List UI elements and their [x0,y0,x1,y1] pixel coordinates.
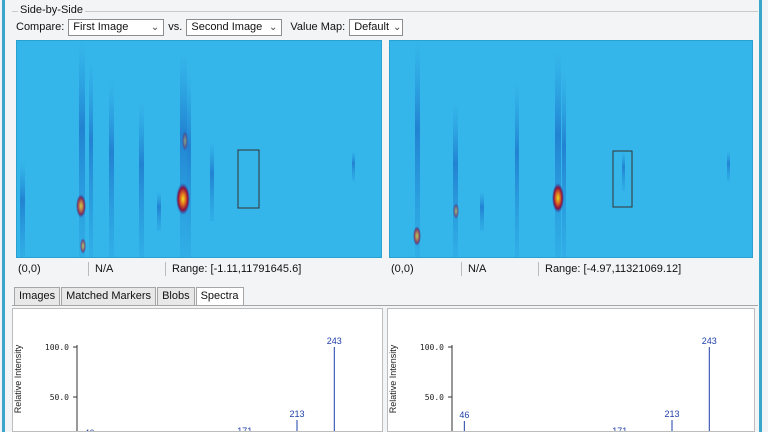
left-image-panel[interactable] [16,40,382,258]
vs-select[interactable]: Second Image ⌄ [186,18,283,36]
peak-label: 243 [702,336,717,346]
peak-label: 243 [327,336,342,346]
tab-separator [12,305,758,306]
compare-toolbar: Compare: First Image ⌄ vs. Second Image … [16,18,404,36]
left-status-bar: (0,0) N/A Range: [-1.11,11791645.6] [12,261,384,277]
y-tick-label: 100.0 [45,343,69,352]
coordinate-readout: (0,0) [12,262,89,276]
y-tick-label: 50.0 [425,393,444,402]
peak-label: 213 [664,409,679,419]
compare-select[interactable]: First Image ⌄ [68,18,165,36]
tab-matched-markers[interactable]: Matched Markers [61,287,157,305]
vs-select-value: Second Image [191,21,263,33]
coordinate-readout: (0,0) [385,262,462,276]
valuemap-select-value: Default [354,21,390,33]
vs-label: vs. [168,21,183,33]
peak-label: 213 [289,409,304,419]
right-image-panel[interactable] [389,40,753,258]
heatmap-background [17,41,381,257]
left-spectrum-panel[interactable]: Relative Intensity100.050.04611512914317… [12,308,383,432]
right-status-bar: (0,0) N/A Range: [-4.97,11321069.12] [385,261,755,277]
tab-spectra[interactable]: Spectra [195,287,244,305]
chevron-down-icon: ⌄ [150,21,160,33]
peak-label: 171 [237,426,252,432]
compare-select-value: First Image [73,21,129,33]
chevron-down-icon: ⌄ [268,21,278,33]
heatmap-background [390,41,752,257]
peak-label: 171 [612,426,627,432]
chevron-down-icon: ⌄ [393,21,402,33]
y-tick-label: 100.0 [420,343,444,352]
range-readout: Range: [-1.11,11791645.6] [172,263,302,275]
value-readout: N/A [89,262,166,276]
right-spectrum-panel[interactable]: Relative Intensity100.050.04657779112814… [387,308,755,432]
y-axis-label: Relative Intensity [13,344,23,413]
tab-blobs[interactable]: Blobs [157,287,195,305]
group-title: Side-by-Side [18,4,85,16]
valuemap-select[interactable]: Default ⌄ [349,18,404,36]
compare-label: Compare: [16,21,65,33]
tab-images[interactable]: Images [14,287,61,305]
y-tick-label: 50.0 [50,393,69,402]
range-readout: Range: [-4.97,11321069.12] [545,263,682,275]
peak-label: 46 [84,428,94,432]
y-axis-label: Relative Intensity [388,344,398,413]
peak-label: 46 [459,410,469,420]
valuemap-label: Value Map: [290,21,346,33]
group-separator [12,11,758,12]
value-readout: N/A [462,262,539,276]
tab-bar: Images Matched Markers Blobs Spectra [14,287,245,305]
